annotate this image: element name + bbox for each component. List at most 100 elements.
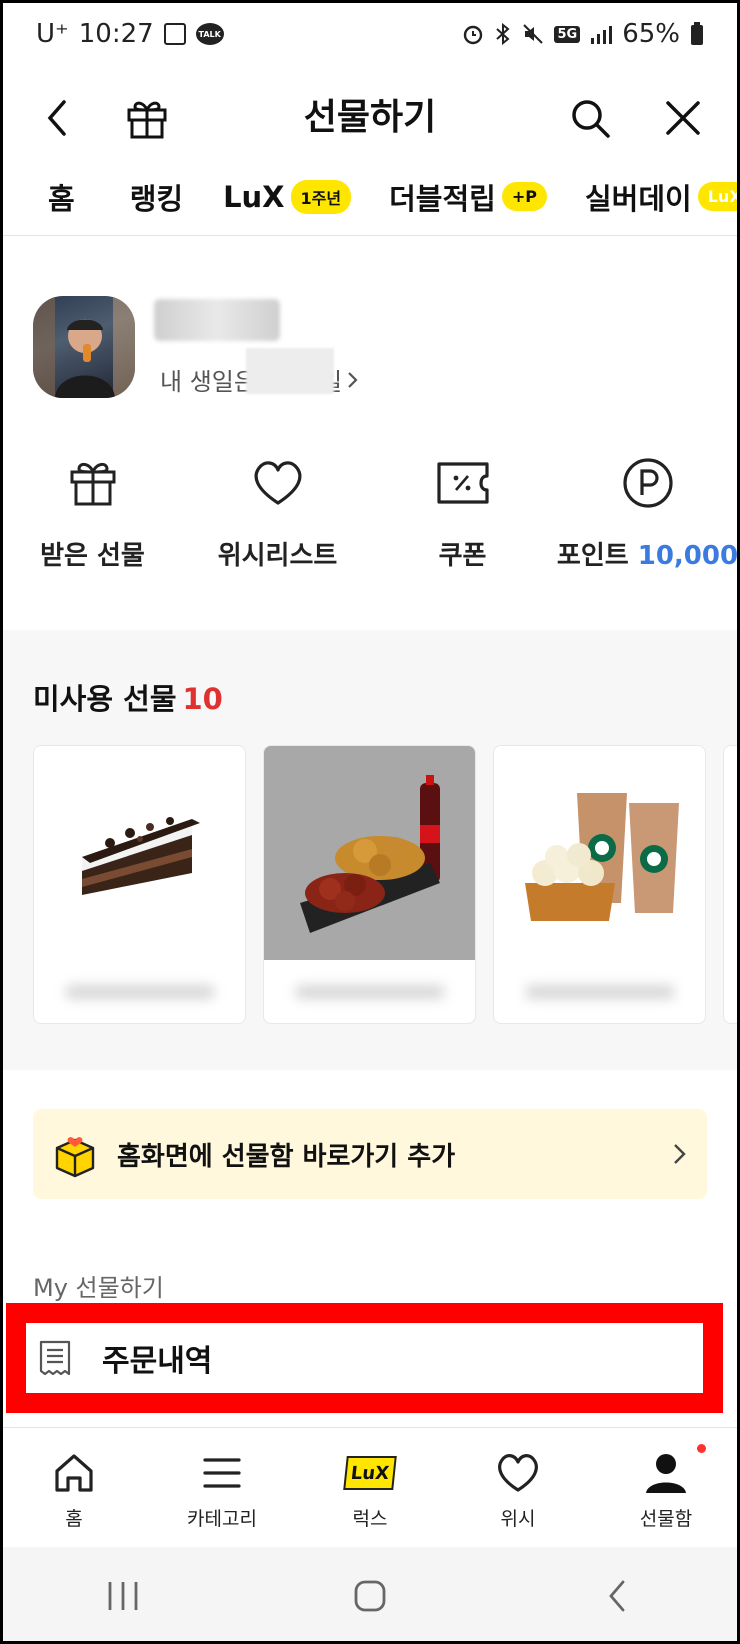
cake-image [34,746,245,960]
tab-silver-day[interactable]: 실버데이 LuX [585,176,740,218]
home-system-button[interactable] [340,1566,400,1626]
nav-wish[interactable]: 위시 [444,1428,592,1547]
nav-home[interactable]: 홈 [0,1428,148,1547]
category-tabs: 홈 랭킹 LuX 1주년 더블적립 +P 실버데이 LuX [0,158,740,236]
tab-label: 홈 [48,181,75,216]
chevron-right-icon [348,371,358,388]
nav-category[interactable]: 카테고리 [148,1428,296,1547]
mute-icon [523,24,544,44]
signal-icon [591,26,613,44]
unused-gifts-title[interactable]: 미사용 선물 10 [33,676,223,718]
lux-icon-text: LuX [343,1456,397,1490]
wishlist-button[interactable]: 위시리스트 [185,455,370,595]
home-icon [49,1448,99,1498]
person-icon [641,1448,691,1498]
carrier-label: U⁺ [36,19,69,49]
tab-badge: 1주년 [290,179,352,214]
nav-giftbox[interactable]: 선물함 [592,1428,740,1547]
quick-label: 포인트 10,000 [557,535,738,572]
close-icon [666,101,700,135]
chevron-right-icon [674,1144,686,1164]
home-circle-icon [354,1580,386,1611]
lux-icon: LuX [343,1448,397,1498]
recent-apps-button[interactable] [93,1566,153,1626]
tab-label: 더블적립 [389,181,496,216]
tab-badge: LuX [697,182,740,211]
quick-label: 쿠폰 [438,541,487,571]
nav-label: 럭스 [352,1508,388,1530]
person-photo-icon [33,296,135,398]
battery-label: 65% [622,19,680,49]
point-label: 포인트 [556,541,629,571]
bottom-navigation: 홈 카테고리 LuX 럭스 위시 선물함 [0,1427,740,1547]
system-navigation [0,1547,740,1644]
time-label: 10:27 [78,19,154,49]
gift-card[interactable] [493,745,706,1024]
tab-double-points[interactable]: 더블적립 +P [389,176,547,218]
search-button[interactable] [565,93,615,143]
nav-label: 카테고리 [187,1508,257,1530]
app-header: 선물하기 [0,68,740,168]
close-button[interactable] [658,93,708,143]
gift-card[interactable] [263,745,476,1024]
network-label: 5G [554,25,581,43]
unused-title-text: 미사용 선물 [33,682,177,716]
quick-label: 위시리스트 [217,541,338,571]
page-title: 선물하기 [303,97,437,138]
search-icon [572,100,610,138]
banner-text: 홈화면에 선물함 바로가기 추가 [117,1141,456,1172]
system-back-button[interactable] [587,1566,647,1626]
point-icon [620,455,676,511]
coupon-button[interactable]: 쿠폰 [370,455,555,595]
point-value: 10,000 [637,541,739,571]
nav-label: 선물함 [639,1508,693,1530]
gift-card[interactable] [33,745,246,1024]
notification-dot [697,1444,706,1453]
unused-gift-cards [33,745,740,1025]
coupon-icon [435,455,491,511]
quick-label: 받은 선물 [40,541,145,571]
gift-card[interactable] [723,745,740,1024]
order-history-label: 주문내역 [102,1344,213,1379]
point-button[interactable]: 포인트 10,000 [555,455,740,595]
gift-name-blurred [64,985,215,999]
tab-label: 랭킹 [129,181,184,216]
battery-icon [691,22,703,45]
tab-label: 실버데이 [585,181,692,216]
status-bar: U⁺ 10:27 TALK 5G 65% [0,0,740,68]
nav-label: 위시 [500,1508,536,1530]
birthday-text: 내 생일은 [160,368,256,396]
my-gifts-title: My 선물하기 [33,1274,164,1302]
back-icon [608,1580,625,1611]
menu-icon [197,1448,247,1498]
bluetooth-icon [496,23,511,45]
received-gifts-button[interactable]: 받은 선물 [0,455,185,595]
receipt-icon [39,1340,71,1376]
tab-lux[interactable]: LuX 1주년 [223,179,352,214]
profile-name-blurred [154,299,280,341]
birthday-date-blurred [246,348,334,394]
tab-home[interactable]: 홈 [48,176,75,218]
tab-ranking[interactable]: 랭킹 [130,176,183,218]
gift-icon [65,455,121,511]
heart-icon [250,455,306,511]
gift-name-blurred [524,985,675,999]
kakaotalk-icon: TALK [195,23,224,45]
nav-lux[interactable]: LuX 럭스 [296,1428,444,1547]
coffee-tart-image [494,746,705,960]
add-shortcut-banner[interactable]: 홈화면에 선물함 바로가기 추가 [33,1109,707,1199]
tab-badge: +P [501,182,547,211]
quick-menu: 받은 선물 위시리스트 쿠폰 포인트 10,000 [0,455,740,595]
nav-label: 홈 [65,1508,83,1530]
gift-name-blurred [294,985,445,999]
alarm-icon [464,25,483,45]
gift-box-heart-icon [55,1137,95,1178]
order-history-button[interactable]: 주문내역 [6,1303,723,1413]
avatar[interactable] [33,296,135,398]
tab-label: LuX [223,179,285,214]
unused-count: 10 [182,682,223,716]
heart-icon [493,1448,543,1498]
chicken-image [264,746,475,960]
image-icon [163,23,186,45]
recent-apps-icon [108,1581,138,1610]
